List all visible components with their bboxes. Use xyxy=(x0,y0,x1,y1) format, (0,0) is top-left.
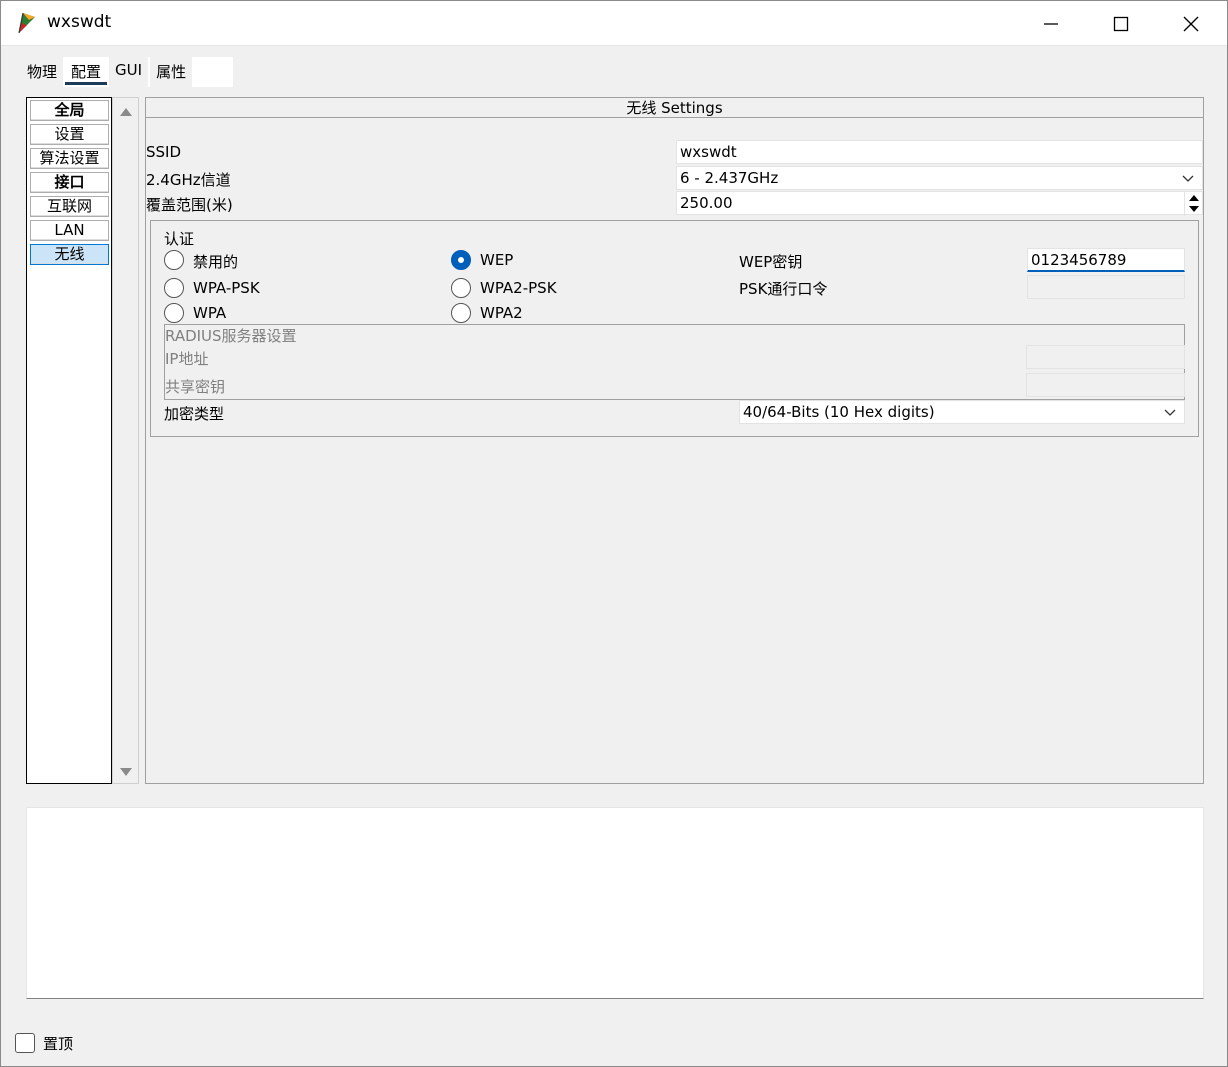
console-output-area[interactable] xyxy=(26,807,1204,999)
app-window: wxswdt 物理 配置 GUI 属性 全局 设置 算法设置 接口 互联网 LA… xyxy=(0,0,1228,1067)
always-on-top-label: 置顶 xyxy=(43,1035,74,1053)
tab-gui[interactable]: GUI xyxy=(109,57,149,87)
scroll-down-icon[interactable] xyxy=(120,768,132,776)
encryption-type-label: 加密类型 xyxy=(164,405,225,423)
nav-item-settings[interactable]: 设置 xyxy=(30,124,109,145)
encryption-type-value: 40/64-Bits (10 Hex digits) xyxy=(743,403,935,421)
nav-item-interfaces[interactable]: 接口 xyxy=(30,172,109,193)
auth-label-wpa: WPA xyxy=(193,304,227,322)
chevron-down-icon xyxy=(1164,409,1176,416)
ssid-label: SSID xyxy=(146,143,182,161)
psk-passphrase-label: PSK通行口令 xyxy=(739,280,828,298)
nav-scrollbar[interactable] xyxy=(112,97,139,784)
auth-group: 认证 禁用的 WEP WPA-PSK WPA2-PSK WPA WPA2 WEP… xyxy=(150,220,1199,437)
radius-ip-label: IP地址 xyxy=(165,350,209,368)
maximize-button[interactable] xyxy=(1087,1,1155,46)
encryption-type-select[interactable]: 40/64-Bits (10 Hex digits) xyxy=(739,400,1185,424)
maximize-icon xyxy=(1113,16,1129,31)
spin-up-icon[interactable] xyxy=(1189,195,1199,201)
auth-label-wpa2-psk: WPA2-PSK xyxy=(480,279,557,297)
auth-label-wep: WEP xyxy=(480,251,514,269)
range-spinner[interactable] xyxy=(1184,192,1202,216)
tab-bar: 物理 配置 GUI 属性 xyxy=(21,57,194,87)
nav-item-internet[interactable]: 互联网 xyxy=(30,196,109,217)
auth-radio-disabled[interactable] xyxy=(164,250,184,270)
wireless-settings-panel: 无线 Settings SSID wxswdt 2.4GHz信道 6 - 2.4… xyxy=(145,97,1204,784)
panel-title: 无线 Settings xyxy=(146,98,1203,118)
config-nav-list: 全局 设置 算法设置 接口 互联网 LAN 无线 xyxy=(26,97,112,784)
tab-config[interactable]: 配置 xyxy=(65,57,108,87)
minimize-button[interactable] xyxy=(1017,1,1085,46)
window-title: wxswdt xyxy=(47,12,112,32)
close-icon xyxy=(1183,16,1199,31)
chevron-down-icon xyxy=(1182,175,1194,182)
radius-group-title: RADIUS服务器设置 xyxy=(165,327,297,345)
channel-select-value: 6 - 2.437GHz xyxy=(680,169,779,187)
channel-select[interactable]: 6 - 2.437GHz xyxy=(676,166,1203,190)
wep-key-label: WEP密钥 xyxy=(739,253,803,271)
close-button[interactable] xyxy=(1157,1,1225,46)
channel-label: 2.4GHz信道 xyxy=(146,171,231,189)
radius-group: RADIUS服务器设置 IP地址 共享密钥 xyxy=(164,324,1185,400)
always-on-top-checkbox[interactable] xyxy=(15,1033,35,1053)
auth-radio-wpa2-psk[interactable] xyxy=(451,278,471,298)
auth-label-wpa2: WPA2 xyxy=(480,304,523,322)
scroll-up-icon[interactable] xyxy=(120,108,132,116)
packet-tracer-app-icon xyxy=(15,11,39,35)
radius-secret-label: 共享密钥 xyxy=(165,378,226,396)
nav-item-wireless[interactable]: 无线 xyxy=(30,244,109,265)
auth-radio-wpa2[interactable] xyxy=(451,303,471,323)
tab-attributes[interactable]: 属性 xyxy=(150,57,193,87)
range-spinbox[interactable]: 250.00 xyxy=(676,191,1203,216)
radius-ip-input[interactable] xyxy=(1026,345,1185,369)
auth-radio-wpa-psk[interactable] xyxy=(164,278,184,298)
auth-radio-wpa[interactable] xyxy=(164,303,184,323)
auth-label-wpa-psk: WPA-PSK xyxy=(193,279,260,297)
tab-physical[interactable]: 物理 xyxy=(21,57,64,87)
auth-group-title: 认证 xyxy=(164,230,195,248)
range-label: 覆盖范围(米) xyxy=(146,196,233,214)
radius-secret-input[interactable] xyxy=(1026,373,1185,397)
nav-item-global[interactable]: 全局 xyxy=(30,100,109,121)
auth-label-disabled: 禁用的 xyxy=(193,253,239,271)
range-value: 250.00 xyxy=(680,194,733,212)
ssid-input[interactable]: wxswdt xyxy=(676,140,1203,164)
nav-item-algorithm-settings[interactable]: 算法设置 xyxy=(30,148,109,169)
spin-down-icon[interactable] xyxy=(1189,206,1199,212)
nav-item-lan[interactable]: LAN xyxy=(30,220,109,241)
title-bar: wxswdt xyxy=(1,1,1227,46)
minimize-icon xyxy=(1044,22,1058,25)
auth-radio-wep[interactable] xyxy=(451,250,471,270)
wep-key-input[interactable]: 0123456789 xyxy=(1027,248,1185,272)
psk-passphrase-input[interactable] xyxy=(1027,275,1185,299)
